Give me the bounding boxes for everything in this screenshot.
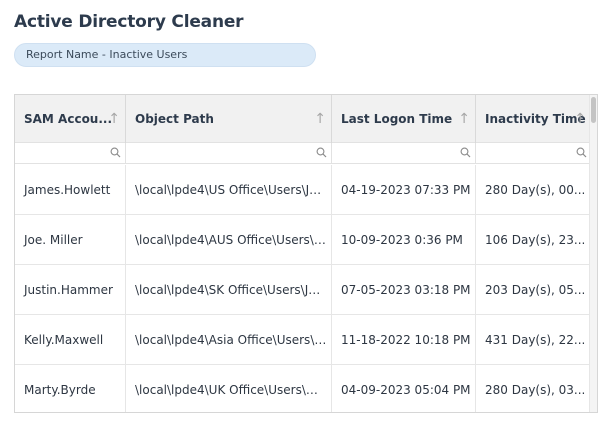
sort-arrow-icon[interactable]: ↑	[314, 95, 326, 143]
magnifier-icon[interactable]	[576, 147, 587, 158]
cell-sam-account: Marty.Byrde	[15, 365, 126, 412]
table-row[interactable]: Justin.Hammer \local\lpde4\SK Office\Use…	[15, 265, 591, 315]
cell-inactivity-time: 280 Day(s), 03...	[485, 383, 586, 397]
cell-object-path: \local\lpde4\SK Office\Users\Ju...	[126, 265, 332, 315]
filter-last-logon-time[interactable]	[332, 143, 476, 164]
cell-sam-account: Kelly.Maxwell	[15, 315, 126, 365]
column-header-label: SAM Accou...	[24, 112, 113, 126]
cell-inactivity-time: 106 Day(s), 23...	[485, 233, 586, 247]
table-row[interactable]: James.Howlett \local\lpde4\US Office\Use…	[15, 165, 591, 215]
cell-last-logon-time: 04-19-2023 07:33 PM	[332, 165, 476, 215]
cell-last-logon-time: 11-18-2022 10:18 PM	[332, 315, 476, 365]
grid-header-row: SAM Accou... ↑ Object Path ↑ Last Logon …	[15, 95, 591, 143]
sort-arrow-icon[interactable]: ↑	[458, 95, 470, 143]
cell-object-path: \local\lpde4\Asia Office\Users\Ke...	[126, 315, 332, 365]
column-header-label: Last Logon Time	[341, 112, 453, 126]
scrollbar-thumb[interactable]	[591, 97, 596, 123]
column-header-label: Object Path	[135, 112, 214, 126]
cell-last-logon-time: 07-05-2023 03:18 PM	[332, 265, 476, 315]
filter-object-path[interactable]	[126, 143, 332, 164]
column-header-object-path[interactable]: Object Path ↑	[126, 95, 332, 143]
sort-arrow-icon[interactable]: ↑	[574, 95, 586, 143]
magnifier-icon[interactable]	[460, 147, 471, 158]
table-row[interactable]: Kelly.Maxwell \local\lpde4\Asia Office\U…	[15, 315, 591, 365]
column-header-label: Inactivity Time	[485, 112, 586, 126]
cell-last-logon-time: 10-09-2023 0:36 PM	[332, 215, 476, 265]
cell-sam-account: Joe. Miller	[15, 215, 126, 265]
inactive-users-grid: SAM Accou... ↑ Object Path ↑ Last Logon …	[14, 94, 598, 413]
grid-filter-row	[15, 143, 591, 164]
magnifier-icon[interactable]	[316, 147, 327, 158]
column-header-sam-account[interactable]: SAM Accou... ↑	[15, 95, 126, 143]
filter-inactivity-time[interactable]	[476, 143, 591, 164]
cell-inactivity-time: 203 Day(s), 05...	[485, 283, 586, 297]
cell-last-logon-time: 04-09-2023 05:04 PM	[332, 365, 476, 412]
cell-object-path: \local\lpde4\US Office\Users\Ja...	[126, 165, 332, 215]
app-title: Active Directory Cleaner	[14, 12, 244, 32]
column-header-last-logon-time[interactable]: Last Logon Time ↑	[332, 95, 476, 143]
cell-object-path: \local\lpde4\UK Office\Users\Ma...	[126, 365, 332, 412]
cell-sam-account: James.Howlett	[15, 165, 126, 215]
table-row[interactable]: Marty.Byrde \local\lpde4\UK Office\Users…	[15, 365, 591, 412]
vertical-scrollbar[interactable]	[589, 95, 597, 412]
report-name-pill[interactable]: Report Name - Inactive Users	[14, 43, 316, 67]
cell-object-path: \local\lpde4\AUS Office\Users\Jo...	[126, 215, 332, 265]
report-name-label: Report Name - Inactive Users	[26, 48, 188, 61]
cell-sam-account: Justin.Hammer	[15, 265, 126, 315]
column-header-inactivity-time[interactable]: Inactivity Time ↑	[476, 95, 591, 143]
filter-sam-account[interactable]	[15, 143, 126, 164]
magnifier-icon[interactable]	[110, 147, 121, 158]
cell-inactivity-time: 431 Day(s), 22...	[485, 333, 586, 347]
cell-inactivity-time: 280 Day(s), 00...	[485, 183, 586, 197]
table-row[interactable]: Joe. Miller \local\lpde4\AUS Office\User…	[15, 215, 591, 265]
sort-arrow-icon[interactable]: ↑	[108, 95, 120, 143]
